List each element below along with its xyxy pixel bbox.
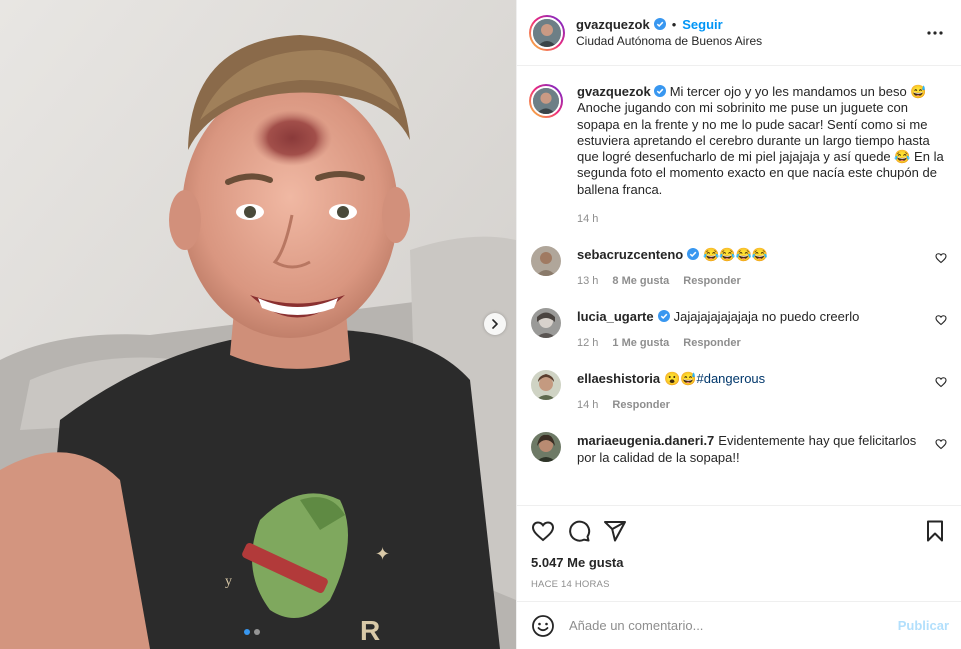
comments-list[interactable]: gvazquezok Mi tercer ojo y yo les mandamo…: [517, 66, 961, 505]
carousel-dot: [254, 629, 260, 635]
avatar-photo: [531, 246, 561, 277]
comment-like-heart-icon[interactable]: [935, 314, 947, 326]
post-photo[interactable]: y ✦ R: [0, 0, 516, 649]
comment-time[interactable]: 12 h: [577, 337, 598, 349]
post-side-panel: gvazquezok • Seguir Ciudad Autónoma de B…: [516, 0, 961, 649]
verified-badge-icon: [653, 18, 666, 30]
reply-button[interactable]: Responder: [683, 337, 740, 349]
heart-icon[interactable]: [531, 519, 555, 543]
comment-item: ellaeshistoria 😮😅#dangerous 14 h Responde…: [529, 370, 947, 411]
bookmark-icon[interactable]: [923, 519, 947, 543]
comment-icon[interactable]: [567, 519, 591, 543]
post-timestamp[interactable]: HACE 14 HORAS: [531, 579, 947, 590]
location-link[interactable]: Ciudad Autónoma de Buenos Aires: [576, 33, 923, 50]
commenter-avatar[interactable]: [531, 432, 561, 463]
avatar-photo: [531, 432, 561, 463]
commenter-username[interactable]: lucia_ugarte: [577, 309, 654, 324]
comment-time[interactable]: 13 h: [577, 275, 598, 287]
comment-hashtag[interactable]: #dangerous: [696, 371, 765, 386]
caption-text: Mi tercer ojo y yo les mandamos un beso …: [577, 84, 944, 197]
next-photo-button[interactable]: [484, 313, 506, 335]
caption-time: 14 h: [577, 213, 599, 226]
avatar-photo: [533, 18, 561, 47]
likes-count[interactable]: 5.047 Me gusta: [531, 555, 947, 570]
commenter-username[interactable]: sebacruzcenteno: [577, 247, 683, 262]
comment-input[interactable]: [569, 618, 898, 633]
comment-like-heart-icon[interactable]: [935, 376, 947, 388]
caption-avatar[interactable]: [529, 84, 563, 118]
post-header: gvazquezok • Seguir Ciudad Autónoma de B…: [517, 0, 961, 66]
svg-text:R: R: [360, 615, 380, 646]
avatar-photo: [531, 308, 561, 339]
comment-likes[interactable]: 1 Me gusta: [612, 337, 669, 349]
commenter-username[interactable]: ellaeshistoria: [577, 371, 660, 386]
caption-username[interactable]: gvazquezok: [577, 84, 651, 99]
avatar-photo: [533, 88, 559, 114]
carousel-dots: [244, 629, 260, 635]
share-icon[interactable]: [603, 519, 627, 543]
publish-button[interactable]: Publicar: [898, 618, 949, 633]
verified-badge-icon: [657, 310, 670, 323]
emoji-icon[interactable]: [531, 614, 555, 638]
carousel-dot-active: [244, 629, 250, 635]
commenter-avatar[interactable]: [531, 246, 561, 277]
post-actions-section: 5.047 Me gusta HACE 14 HORAS: [517, 505, 961, 601]
comment-time[interactable]: 14 h: [577, 399, 598, 411]
svg-text:✦: ✦: [375, 544, 390, 564]
avatar-photo: [531, 370, 561, 401]
comment-item: mariaeugenia.daneri.7 Evidentemente hay q…: [529, 432, 947, 466]
commenter-username[interactable]: mariaeugenia.daneri.7: [577, 433, 714, 448]
add-comment-bar: Publicar: [517, 601, 961, 649]
more-options-button[interactable]: [923, 21, 947, 45]
comment-like-heart-icon[interactable]: [935, 438, 947, 450]
verified-badge-icon: [653, 85, 666, 97]
reply-button[interactable]: Responder: [683, 275, 740, 287]
reply-button[interactable]: Responder: [612, 399, 669, 411]
comment-item: lucia_ugarte Jajajajajajajaja no puedo cr…: [529, 308, 947, 349]
comment-text: 😮😅: [664, 371, 697, 387]
comment-like-heart-icon[interactable]: [935, 252, 947, 264]
verified-badge-icon: [687, 248, 700, 261]
post-caption: gvazquezok Mi tercer ojo y yo les mandamo…: [529, 84, 947, 225]
author-username[interactable]: gvazquezok: [576, 16, 650, 33]
more-options-icon: [927, 30, 943, 35]
comment-text: 😂😂😂😂: [703, 247, 768, 263]
chevron-right-icon: [492, 319, 498, 329]
comment-item: sebacruzcenteno 😂😂😂😂 13 h 8 Me gusta Resp…: [529, 246, 947, 287]
author-avatar[interactable]: [529, 14, 565, 51]
commenter-avatar[interactable]: [531, 370, 561, 401]
comment-text: Jajajajajajajaja no puedo creerlo: [673, 309, 860, 325]
photo-illustration: y ✦ R: [0, 0, 516, 649]
comment-likes[interactable]: 8 Me gusta: [612, 275, 669, 287]
follow-button[interactable]: Seguir: [682, 16, 722, 33]
separator: •: [671, 16, 677, 32]
post-dialog: y ✦ R gvazquezok • Seguir Ciudad Autónom…: [0, 0, 961, 649]
commenter-avatar[interactable]: [531, 308, 561, 339]
action-bar: [531, 506, 947, 556]
svg-text:y: y: [225, 574, 232, 589]
